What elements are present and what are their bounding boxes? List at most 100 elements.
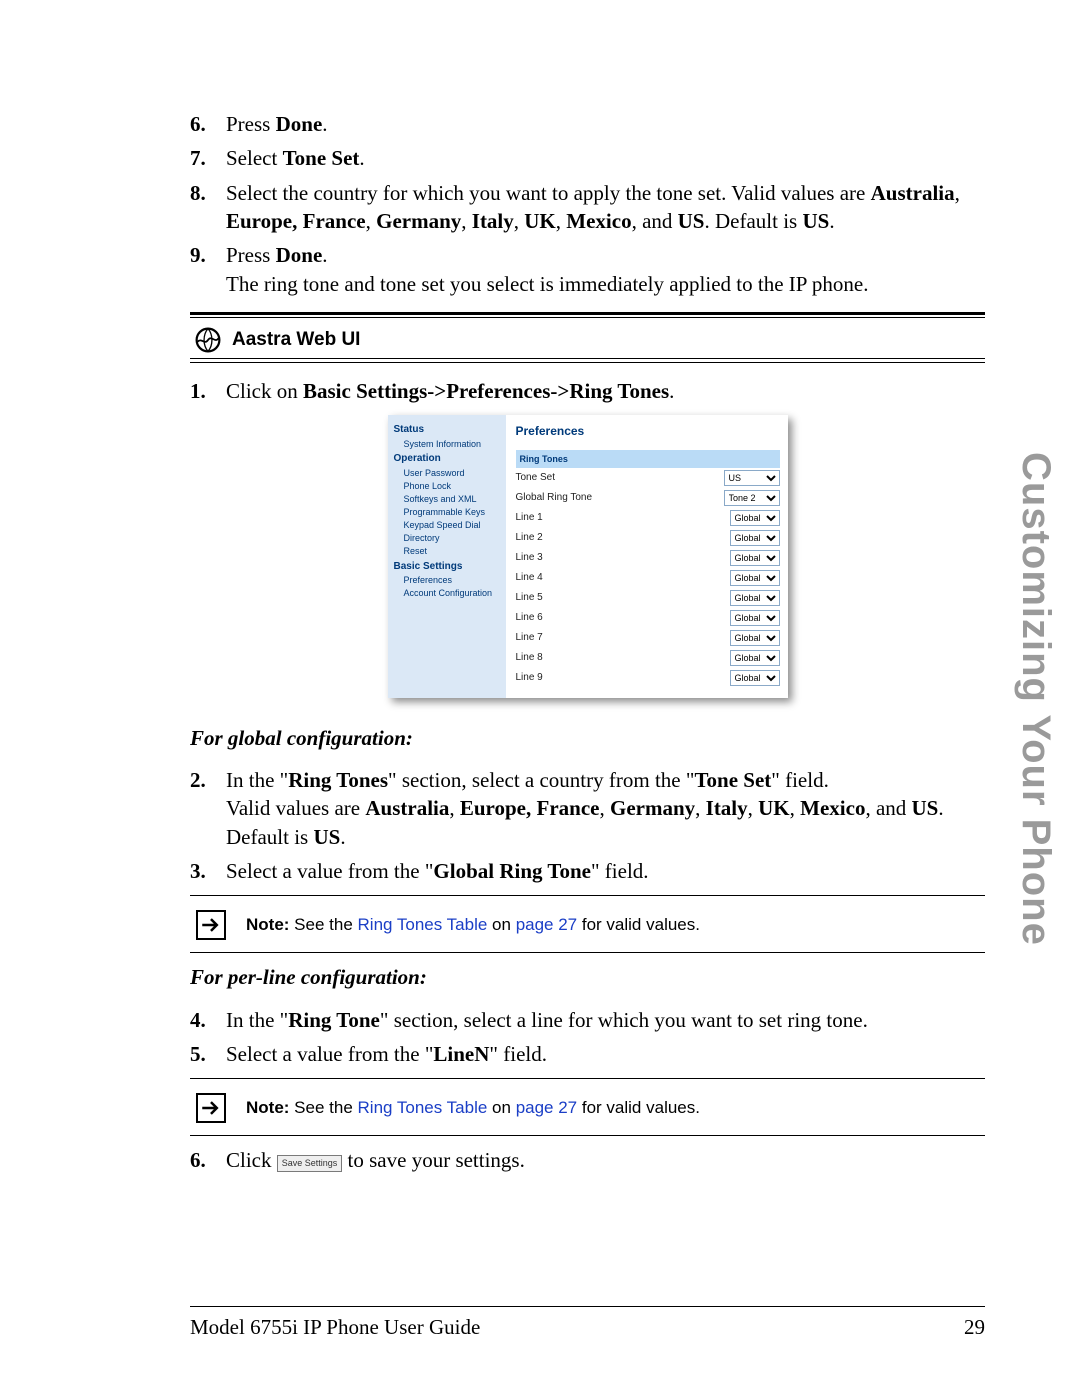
note-text: Note: See the Ring Tones Table on page 2…	[246, 914, 700, 937]
settings-row: Line 4 Global	[516, 568, 780, 588]
step-number: 8.	[190, 179, 206, 207]
section-divider	[190, 317, 985, 318]
row-label: Line 6	[516, 611, 543, 625]
step-2: 2. In the "Ring Tones" section, select a…	[190, 766, 985, 851]
sidebar-category: Status	[394, 423, 502, 437]
row-label: Line 5	[516, 591, 543, 605]
row-select[interactable]: Global	[730, 590, 780, 606]
step-4: 4. In the "Ring Tone" section, select a …	[190, 1006, 985, 1034]
page-27-link[interactable]: page 27	[516, 1098, 577, 1117]
sidebar-category: Basic Settings	[394, 560, 502, 574]
step-text: Click Save Settings to save your setting…	[226, 1148, 525, 1172]
settings-row: Line 3 Global	[516, 548, 780, 568]
sidebar-item[interactable]: Softkeys and XML	[404, 493, 502, 505]
row-select[interactable]: US	[724, 470, 780, 486]
subheading-global: For global configuration:	[190, 724, 985, 752]
row-label: Line 3	[516, 551, 543, 565]
step-text: In the "Ring Tone" section, select a lin…	[226, 1008, 868, 1032]
row-select[interactable]: Global	[730, 610, 780, 626]
page-27-link[interactable]: page 27	[516, 915, 577, 934]
step-text: Press Done.	[226, 112, 328, 136]
step-text: Select a value from the "Global Ring Ton…	[226, 859, 649, 883]
step-number: 9.	[190, 241, 206, 269]
arrow-right-icon	[196, 1093, 226, 1123]
step-6-save: 6. Click Save Settings to save your sett…	[190, 1146, 985, 1174]
row-select[interactable]: Global	[730, 630, 780, 646]
section-title: Aastra Web UI	[232, 327, 360, 353]
note-text: Note: See the Ring Tones Table on page 2…	[246, 1097, 700, 1120]
settings-row: Line 1 Global	[516, 508, 780, 528]
step-1: 1. Click on Basic Settings->Preferences-…	[190, 377, 985, 405]
row-label: Line 2	[516, 531, 543, 545]
globe-icon	[194, 326, 222, 354]
step-text: Select Tone Set.	[226, 146, 365, 170]
row-select[interactable]: Tone 2	[724, 490, 780, 506]
sidebar-item[interactable]: System Information	[404, 438, 502, 450]
row-label: Line 7	[516, 631, 543, 645]
note-block: Note: See the Ring Tones Table on page 2…	[190, 1078, 985, 1136]
settings-row: Line 5 Global	[516, 588, 780, 608]
pane-title: Preferences	[516, 423, 780, 439]
step-number: 6.	[190, 1146, 206, 1174]
row-select[interactable]: Global	[730, 530, 780, 546]
step-number: 2.	[190, 766, 206, 794]
row-select[interactable]: Global	[730, 510, 780, 526]
settings-row: Global Ring Tone Tone 2	[516, 488, 780, 508]
sidebar-item[interactable]: Reset	[404, 545, 502, 557]
step-number: 4.	[190, 1006, 206, 1034]
screenshot-main: Preferences Ring Tones Tone Set US Global …	[506, 415, 788, 697]
save-settings-button-graphic: Save Settings	[277, 1155, 343, 1171]
step-text: Press Done. The ring tone and tone set y…	[226, 243, 868, 295]
row-label: Line 4	[516, 571, 543, 585]
step-6: 6. Press Done.	[190, 110, 985, 138]
row-label: Tone Set	[516, 471, 555, 485]
settings-row: Line 8 Global	[516, 648, 780, 668]
sidebar-item[interactable]: User Password	[404, 467, 502, 479]
step-text: Select the country for which you want to…	[226, 181, 960, 233]
step-text: Click on Basic Settings->Preferences->Ri…	[226, 379, 674, 403]
row-select[interactable]: Global	[730, 550, 780, 566]
row-label: Line 8	[516, 651, 543, 665]
sidebar-item[interactable]: Account Configuration	[404, 587, 502, 599]
step-5: 5. Select a value from the "LineN" field…	[190, 1040, 985, 1068]
settings-row: Line 2 Global	[516, 528, 780, 548]
subheading-perline: For per-line configuration:	[190, 963, 985, 991]
step-number: 1.	[190, 377, 206, 405]
sidebar-item[interactable]: Programmable Keys	[404, 506, 502, 518]
step-number: 5.	[190, 1040, 206, 1068]
sidebar-category: Operation	[394, 452, 502, 466]
step-8: 8. Select the country for which you want…	[190, 179, 985, 236]
settings-row: Line 6 Global	[516, 608, 780, 628]
sidebar-item[interactable]: Preferences	[404, 574, 502, 586]
step-9: 9. Press Done. The ring tone and tone se…	[190, 241, 985, 298]
row-label: Line 9	[516, 671, 543, 685]
page-number: 29	[964, 1313, 985, 1341]
screenshot-sidebar: StatusSystem Information OperationUser Pa…	[388, 415, 506, 697]
step-text: In the "Ring Tones" section, select a co…	[226, 768, 944, 849]
row-label: Global Ring Tone	[516, 491, 593, 505]
step-number: 7.	[190, 144, 206, 172]
footer-title: Model 6755i IP Phone User Guide	[190, 1313, 480, 1341]
sidebar-item[interactable]: Keypad Speed Dial	[404, 519, 502, 531]
section-divider	[190, 362, 985, 363]
step-number: 6.	[190, 110, 206, 138]
settings-row: Line 7 Global	[516, 628, 780, 648]
settings-row: Tone Set US	[516, 468, 780, 488]
row-label: Line 1	[516, 511, 543, 525]
step-text: Select a value from the "LineN" field.	[226, 1042, 547, 1066]
footer-divider	[190, 1306, 985, 1307]
ring-tones-table-link[interactable]: Ring Tones Table	[358, 915, 488, 934]
sidebar-item[interactable]: Phone Lock	[404, 480, 502, 492]
row-select[interactable]: Global	[730, 570, 780, 586]
step-number: 3.	[190, 857, 206, 885]
section-band: Ring Tones	[516, 450, 780, 468]
embedded-screenshot: StatusSystem Information OperationUser Pa…	[190, 415, 985, 697]
steps-top-list: 6. Press Done. 7. Select Tone Set. 8. Se…	[190, 110, 985, 298]
step-3: 3. Select a value from the "Global Ring …	[190, 857, 985, 885]
note-block: Note: See the Ring Tones Table on page 2…	[190, 895, 985, 953]
row-select[interactable]: Global	[730, 670, 780, 686]
row-select[interactable]: Global	[730, 650, 780, 666]
ring-tones-table-link[interactable]: Ring Tones Table	[358, 1098, 488, 1117]
section-header: Aastra Web UI	[194, 326, 985, 354]
sidebar-item[interactable]: Directory	[404, 532, 502, 544]
